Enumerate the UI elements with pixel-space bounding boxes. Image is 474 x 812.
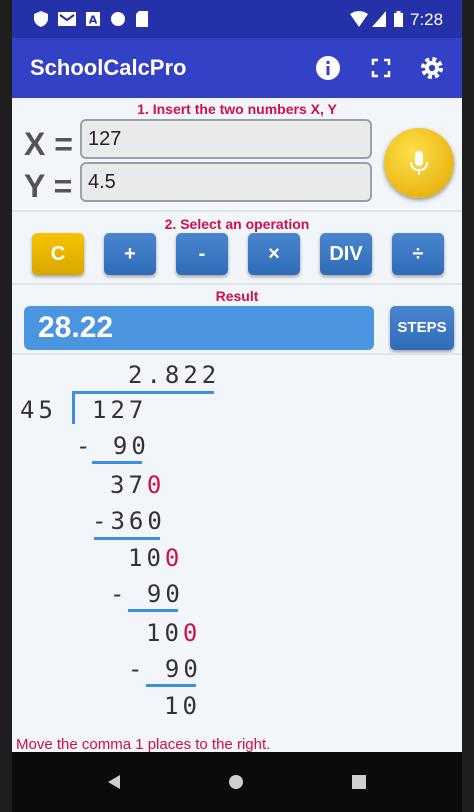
- input-section-label: 1. Insert the two numbers X, Y: [137, 101, 337, 117]
- svg-text:A: A: [89, 14, 98, 27]
- step-underline: [128, 609, 178, 612]
- divider: [12, 283, 462, 285]
- steps-button[interactable]: STEPS: [390, 306, 454, 350]
- division-divisor: 45: [20, 396, 57, 424]
- carried-digit: 0: [182, 619, 202, 647]
- circle-icon: [111, 12, 125, 26]
- navigation-bar: [12, 752, 462, 812]
- division-step: 100: [146, 619, 202, 647]
- division-step: - 90: [128, 655, 202, 683]
- carried-digit: 0: [164, 544, 184, 572]
- info-icon[interactable]: [314, 54, 342, 82]
- microphone-icon: [410, 151, 428, 175]
- x-input[interactable]: [80, 119, 372, 159]
- carried-digit: 0: [146, 471, 166, 499]
- status-time: 7:28: [410, 10, 444, 29]
- result-display: 28.22: [24, 306, 374, 350]
- battery-icon: [394, 11, 403, 27]
- step-underline: [92, 461, 142, 464]
- division-dividend: 127: [92, 396, 148, 424]
- add-button[interactable]: +: [104, 233, 156, 275]
- divider: [12, 210, 462, 212]
- step-underline: [146, 684, 196, 687]
- sdcard-icon: [136, 11, 148, 27]
- wifi-icon: [350, 11, 368, 27]
- division-bar: [74, 391, 214, 394]
- home-icon[interactable]: [228, 774, 244, 790]
- operation-section-label: 2. Select an operation: [164, 216, 310, 232]
- back-icon[interactable]: [106, 774, 122, 790]
- x-label: X =: [24, 126, 73, 162]
- y-label: Y =: [24, 168, 73, 204]
- divider: [12, 353, 462, 355]
- app-screen: A 7:28 SchoolCalcPro 1. Insert the two n…: [12, 0, 462, 812]
- microphone-button[interactable]: [384, 128, 454, 198]
- result-section-label: Result: [215, 288, 259, 304]
- comma-note: Move the comma 1 places to the right.: [16, 736, 271, 753]
- division-step: 100: [128, 544, 184, 572]
- mail-icon: [58, 12, 76, 26]
- status-bar: A 7:28: [12, 0, 462, 38]
- division-step: - 90: [110, 580, 184, 608]
- multiply-button[interactable]: ×: [248, 233, 300, 275]
- y-input[interactable]: [80, 162, 372, 202]
- app-bar: SchoolCalcPro: [12, 38, 462, 98]
- font-icon: A: [86, 12, 100, 27]
- fullscreen-icon[interactable]: [367, 54, 395, 82]
- division-quotient: 2.822: [128, 361, 221, 389]
- recents-icon[interactable]: [352, 775, 366, 789]
- integer-division-button[interactable]: DIV: [320, 233, 372, 275]
- division-step: - 90: [76, 432, 150, 460]
- division-step: -360: [92, 507, 166, 535]
- division-bracket: [72, 391, 75, 424]
- settings-icon[interactable]: [418, 54, 446, 82]
- shield-icon: [34, 11, 48, 27]
- division-step: 370: [110, 471, 166, 499]
- app-title: SchoolCalcPro: [30, 55, 187, 80]
- signal-icon: [372, 11, 386, 27]
- step-underline: [94, 537, 160, 540]
- division-remainder: 10: [164, 692, 201, 720]
- divide-button[interactable]: ÷: [392, 233, 444, 275]
- clear-button[interactable]: C: [32, 233, 84, 275]
- subtract-button[interactable]: -: [176, 233, 228, 275]
